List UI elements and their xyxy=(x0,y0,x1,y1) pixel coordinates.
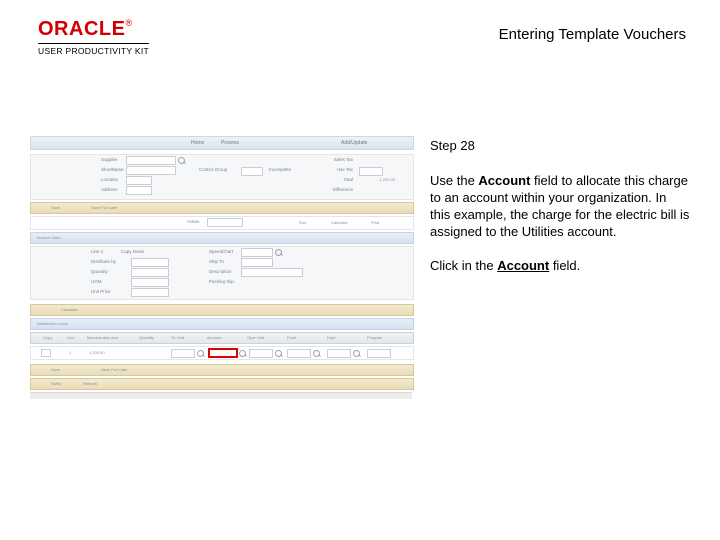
oracle-logo-text: ORACLE xyxy=(38,18,125,40)
para2-post: field. xyxy=(549,258,580,273)
mini-grid-header: Copy Line Merchandise Amt Quantity GL Un… xyxy=(30,332,414,344)
mini-tan-row-4: Notify Refresh xyxy=(30,378,414,390)
page: ORACLE® USER PRODUCTIVITY KIT Entering T… xyxy=(0,0,720,540)
mini-blue-strip-1: Invoice Lines xyxy=(30,232,414,244)
mini-topbar: Home Process Add/Update xyxy=(30,136,414,150)
account-field-highlight[interactable] xyxy=(208,348,238,358)
mini-tan-row-2: Calculate xyxy=(30,304,414,316)
upk-subline: USER PRODUCTIVITY KIT xyxy=(38,43,149,56)
mini-footer xyxy=(30,392,412,399)
embedded-screenshot: ORACLE Home Process Add/Update Supplier … xyxy=(30,128,412,398)
instruction-panel: Step 28 Use the Account field to allocat… xyxy=(430,138,690,293)
logo-block: ORACLE® USER PRODUCTIVITY KIT xyxy=(38,18,149,56)
mini-merch-amt: 1,200.00 xyxy=(89,350,105,355)
mini-total: 1,200.00 xyxy=(379,177,395,182)
step-label: Step 28 xyxy=(430,138,690,155)
para2-pre: Click in the xyxy=(430,258,497,273)
para2-bold: Account xyxy=(497,258,549,273)
page-title: Entering Template Vouchers xyxy=(499,26,686,43)
mini-form-header: Supplier ShortName Location Address Cont… xyxy=(30,154,414,200)
para1-bold: Account xyxy=(478,173,530,188)
mini-action-row: Action Run Calculate Print xyxy=(30,216,414,230)
mini-tan-row-3: Save Save For Later xyxy=(30,364,414,376)
para1-pre: Use the xyxy=(430,173,478,188)
mini-form-lines: Line 1 Copy Down Distribute by Quantity … xyxy=(30,246,414,300)
mini-tan-row-1: Save Save For Later xyxy=(30,202,414,214)
registered-mark: ® xyxy=(125,18,132,28)
instruction-paragraph-1: Use the Account field to allocate this c… xyxy=(430,173,690,241)
mini-blue-strip-2: Distribution Lines xyxy=(30,318,414,330)
instruction-paragraph-2: Click in the Account field. xyxy=(430,258,690,275)
